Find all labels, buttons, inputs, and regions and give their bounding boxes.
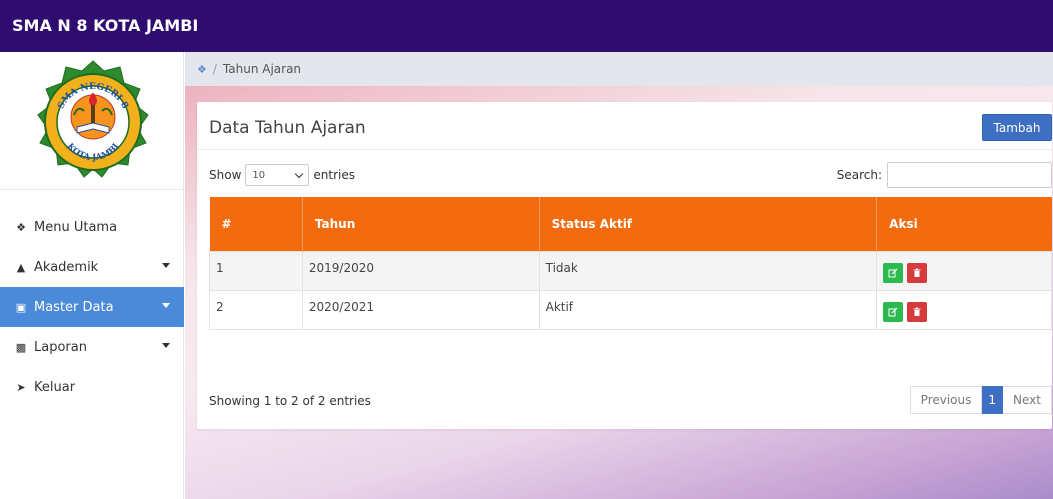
column-header-number[interactable]: # xyxy=(209,197,303,251)
sidebar-item-laporan[interactable]: ▩ Laporan xyxy=(0,327,184,367)
column-header-aksi[interactable]: Aksi xyxy=(876,197,1052,251)
search-label: Search: xyxy=(836,168,882,182)
previous-button[interactable]: Previous xyxy=(909,386,983,414)
sidebar-menu: ❖ Menu Utama ▲ Akademik ▣ Master Data ▩ … xyxy=(0,207,184,407)
sidebar-item-label: Laporan xyxy=(34,339,87,355)
table-header-row: # Tahun Status Aktif Aksi xyxy=(209,197,1052,251)
table-row: 1 2019/2020 Tidak xyxy=(209,250,1052,291)
school-emblem-logo: SMA NEGERI 8 KOTA JAMBI xyxy=(37,60,149,178)
sidebar-item-label: Menu Utama xyxy=(34,219,118,235)
cell-tahun: 2020/2021 xyxy=(301,289,540,330)
cell-status: Aktif xyxy=(538,289,878,330)
sidebar-item-label: Keluar xyxy=(34,379,76,395)
database-icon: ▣ xyxy=(15,300,27,314)
cell-actions xyxy=(876,289,1052,330)
sidebar-item-akademik[interactable]: ▲ Akademik xyxy=(0,247,184,287)
search-control: Search: xyxy=(837,162,1052,188)
cell-number: 1 xyxy=(209,250,303,291)
sidebar: SMA NEGERI 8 KOTA JAMBI ❖ Menu Utama ▲ A… xyxy=(0,52,184,499)
data-card: Data Tahun Ajaran Tambah Show 10 entries… xyxy=(197,102,1052,429)
table-info: Showing 1 to 2 of 2 entries xyxy=(209,394,371,408)
caret-down-icon xyxy=(162,341,170,348)
column-header-tahun[interactable]: Tahun xyxy=(302,197,540,251)
tahun-ajaran-table: # Tahun Status Aktif Aksi 1 2019/2020 Ti… xyxy=(209,197,1052,330)
sidebar-item-menu-utama[interactable]: ❖ Menu Utama xyxy=(0,207,184,247)
page-length-select[interactable]: 10 xyxy=(245,164,310,186)
sidebar-item-master-data[interactable]: ▣ Master Data xyxy=(0,287,184,327)
page-length-control: Show 10 entries xyxy=(209,164,355,186)
edit-icon xyxy=(888,307,898,316)
chevron-down-icon xyxy=(295,169,304,178)
breadcrumb-separator: / xyxy=(212,62,217,76)
trash-icon xyxy=(913,268,921,277)
trash-icon xyxy=(913,307,921,316)
cell-tahun: 2019/2020 xyxy=(301,250,540,291)
column-header-status[interactable]: Status Aktif xyxy=(539,197,878,251)
table-row: 2 2020/2021 Aktif xyxy=(209,289,1052,330)
delete-button[interactable] xyxy=(907,301,928,322)
breadcrumb: ❖ / Tahun Ajaran xyxy=(185,52,1053,86)
pagination: Previous 1 Next xyxy=(909,386,1052,414)
page-title: Data Tahun Ajaran xyxy=(209,118,366,138)
add-button[interactable]: Tambah xyxy=(982,114,1052,141)
main-content: ❖ / Tahun Ajaran Data Tahun Ajaran Tamba… xyxy=(185,52,1053,499)
cell-number: 2 xyxy=(209,289,303,330)
sidebar-item-label: Master Data xyxy=(34,299,114,315)
divider xyxy=(197,149,1052,150)
page-length-value: 10 xyxy=(252,169,266,181)
home-icon[interactable]: ❖ xyxy=(197,63,207,76)
edit-icon xyxy=(888,268,898,277)
sidebar-item-keluar[interactable]: ➤ Keluar xyxy=(0,367,184,407)
logout-icon: ➤ xyxy=(16,380,26,394)
next-button[interactable]: Next xyxy=(1003,386,1052,414)
cell-status: Tidak xyxy=(538,250,878,291)
show-label: Show xyxy=(209,168,242,182)
edit-button[interactable] xyxy=(883,301,904,322)
app-title[interactable]: SMA N 8 KOTA JAMBI xyxy=(12,16,198,35)
home-icon: ❖ xyxy=(16,220,26,234)
delete-button[interactable] xyxy=(907,262,928,283)
breadcrumb-current: Tahun Ajaran xyxy=(222,62,302,76)
caret-down-icon xyxy=(162,261,170,268)
page-button[interactable]: 1 xyxy=(982,386,1004,414)
caret-down-icon xyxy=(162,301,170,308)
logo-container: SMA NEGERI 8 KOTA JAMBI xyxy=(0,52,184,190)
edit-button[interactable] xyxy=(883,262,904,283)
search-input[interactable] xyxy=(887,162,1052,188)
print-icon: ▩ xyxy=(15,340,27,354)
institution-icon: ▲ xyxy=(16,260,26,274)
top-navbar: SMA N 8 KOTA JAMBI xyxy=(0,0,1053,52)
cell-actions xyxy=(876,250,1052,291)
entries-label: entries xyxy=(313,168,355,182)
sidebar-item-label: Akademik xyxy=(34,259,99,275)
